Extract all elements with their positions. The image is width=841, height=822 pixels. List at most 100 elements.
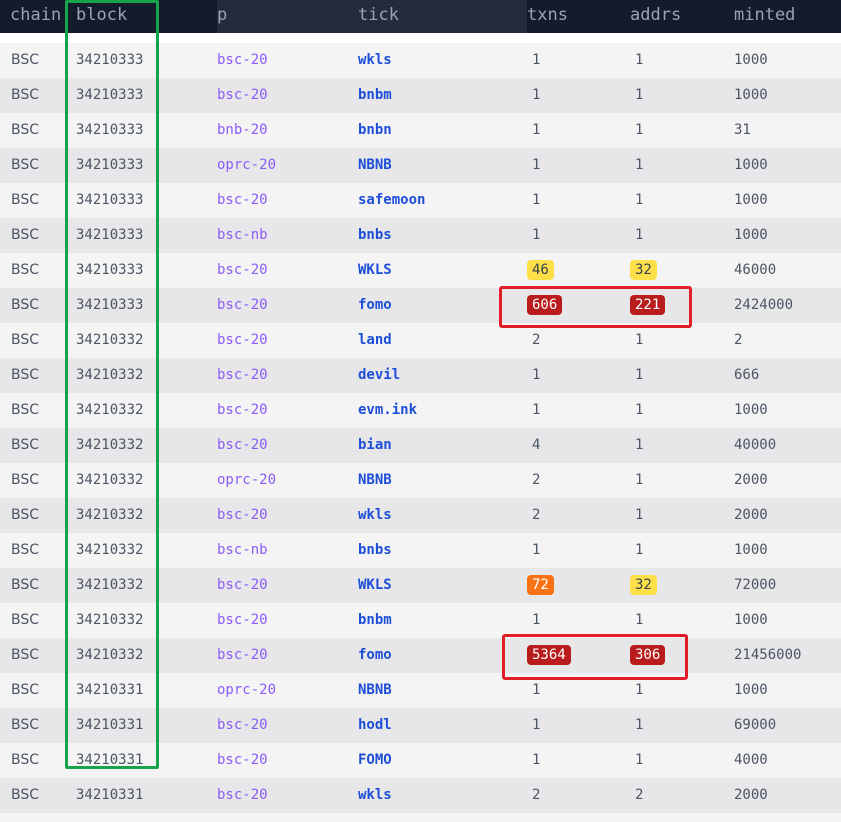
addrs-cell: 1 [635, 87, 644, 103]
txns-cell: 4 [532, 437, 541, 453]
hot-row-highlight-fomo-5364 [502, 634, 688, 680]
chain-cell: BSC [11, 787, 40, 803]
minted-cell: 1000 [734, 192, 768, 208]
minted-cell: 1000 [734, 402, 768, 418]
chain-cell: BSC [11, 472, 40, 488]
txns-cell: 1 [532, 682, 541, 698]
column-header-addrs[interactable]: addrs [630, 5, 681, 25]
protocol-cell: bsc-20 [217, 262, 268, 278]
protocol-cell: bsc-20 [217, 332, 268, 348]
txns-cell: 1 [532, 612, 541, 628]
addrs-cell: 1 [635, 332, 644, 348]
protocol-cell: bsc-20 [217, 752, 268, 768]
addrs-cell: 1 [635, 402, 644, 418]
txns-cell: 1 [532, 402, 541, 418]
tick-link[interactable]: wkls [358, 507, 392, 523]
chain-cell: BSC [11, 682, 40, 698]
tick-link[interactable]: evm.ink [358, 402, 417, 418]
hot-row-highlight-fomo-606 [499, 286, 692, 328]
tick-link[interactable]: devil [358, 367, 400, 383]
tick-link[interactable]: safemoon [358, 192, 425, 208]
addrs-cell: 1 [635, 612, 644, 628]
protocol-cell: bsc-nb [217, 542, 268, 558]
tick-link[interactable]: bnbs [358, 542, 392, 558]
chain-cell: BSC [11, 402, 40, 418]
column-header-chain[interactable]: chain [10, 5, 61, 25]
txns-cell: 2 [532, 472, 541, 488]
chain-cell: BSC [11, 717, 40, 733]
tick-link[interactable]: NBNB [358, 682, 392, 698]
protocol-cell: bsc-20 [217, 717, 268, 733]
block-cell: 34210331 [76, 787, 144, 803]
tick-link[interactable]: wkls [358, 787, 392, 803]
chain-cell: BSC [11, 612, 40, 628]
chain-cell: BSC [11, 297, 40, 313]
txns-cell: 1 [532, 542, 541, 558]
tick-link[interactable]: fomo [358, 297, 392, 313]
tick-link[interactable]: WKLS [358, 262, 392, 278]
protocol-cell: oprc-20 [217, 472, 277, 488]
column-header-txns[interactable]: txns [527, 5, 568, 25]
txns-cell: 1 [532, 52, 541, 68]
minted-cell: 666 [734, 367, 760, 383]
minted-cell: 72000 [734, 577, 777, 593]
chain-cell: BSC [11, 647, 40, 663]
column-header-minted[interactable]: minted [734, 5, 795, 25]
addrs-cell: 1 [635, 717, 644, 733]
protocol-cell: bsc-20 [217, 87, 268, 103]
minted-cell: 46000 [734, 262, 777, 278]
chain-cell: BSC [11, 87, 40, 103]
tick-link[interactable]: FOMO [358, 752, 392, 768]
addrs-cell: 1 [635, 472, 644, 488]
minted-cell: 1000 [734, 542, 768, 558]
minted-cell: 69000 [734, 717, 777, 733]
chain-cell: BSC [11, 157, 40, 173]
chain-cell: BSC [11, 577, 40, 593]
tick-link[interactable]: WKLS [358, 577, 392, 593]
addrs-cell: 1 [635, 52, 644, 68]
addrs-cell: 1 [635, 122, 644, 138]
txns-cell: 2 [532, 332, 541, 348]
addrs-cell: 1 [635, 157, 644, 173]
protocol-cell: bsc-20 [217, 577, 268, 593]
chain-cell: BSC [11, 752, 40, 768]
tick-link[interactable]: NBNB [358, 157, 392, 173]
minted-cell: 2000 [734, 472, 768, 488]
column-header-p[interactable]: p [217, 5, 227, 25]
addrs-cell: 1 [635, 752, 644, 768]
tick-link[interactable]: bian [358, 437, 392, 453]
protocol-cell: bsc-20 [217, 612, 268, 628]
tick-link[interactable]: land [358, 332, 392, 348]
tick-link[interactable]: NBNB [358, 472, 392, 488]
minted-cell: 1000 [734, 612, 768, 628]
table-row[interactable]: BSC 34210331 bsc-20 wkls 2 2 2000 [0, 778, 841, 813]
chain-cell: BSC [11, 437, 40, 453]
chain-cell: BSC [11, 227, 40, 243]
chain-cell: BSC [11, 192, 40, 208]
minted-cell: 1000 [734, 157, 768, 173]
txns-cell: 1 [532, 87, 541, 103]
tick-link[interactable]: bnbm [358, 87, 392, 103]
addrs-cell: 1 [635, 367, 644, 383]
minted-cell: 2424000 [734, 297, 794, 313]
txns-badge: 46 [527, 260, 554, 280]
minted-cell: 1000 [734, 682, 768, 698]
txns-cell: 2 [532, 507, 541, 523]
tick-link[interactable]: bnbm [358, 612, 392, 628]
protocol-cell: bsc-20 [217, 192, 268, 208]
txns-cell: 1 [532, 717, 541, 733]
column-header-tick[interactable]: tick [358, 5, 399, 25]
txns-cell: 1 [532, 122, 541, 138]
tick-link[interactable]: bnbs [358, 227, 392, 243]
protocol-cell: bsc-20 [217, 52, 268, 68]
protocol-cell: bsc-20 [217, 647, 268, 663]
minted-cell: 31 [734, 122, 751, 138]
minted-cell: 4000 [734, 752, 768, 768]
tick-link[interactable]: fomo [358, 647, 392, 663]
tick-link[interactable]: wkls [358, 52, 392, 68]
txns-cell: 1 [532, 752, 541, 768]
tick-link[interactable]: bnbn [358, 122, 392, 138]
protocol-cell: bsc-20 [217, 437, 268, 453]
addrs-cell: 1 [635, 192, 644, 208]
tick-link[interactable]: hodl [358, 717, 392, 733]
